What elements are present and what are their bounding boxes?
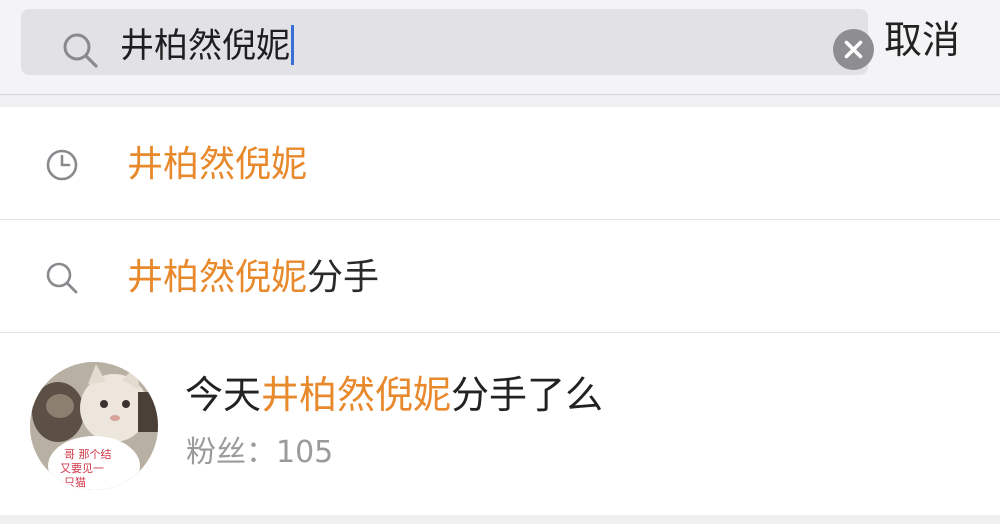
suggestion-list: 井柏然倪妮 井柏然倪妮分手 哥 那个结 又要见一 只猫 今天井柏然倪妮分手了么 … — [0, 107, 1000, 515]
search-screen: 井柏然倪妮 取消 井柏然倪妮 井柏然倪妮分手 哥 那个结 又要见一 只猫 今天井… — [0, 0, 1000, 524]
user-name-highlight: 井柏然倪妮 — [261, 373, 452, 417]
clock-icon — [44, 147, 80, 183]
user-name-suffix: 分手了么 — [451, 373, 604, 417]
search-icon — [44, 260, 80, 296]
clear-button[interactable] — [833, 29, 874, 70]
fans-count: 粉丝：105 — [186, 433, 333, 473]
cancel-button[interactable]: 取消 — [884, 14, 960, 66]
fans-label: 粉丝： — [186, 435, 276, 470]
search-suggestion-item[interactable]: 井柏然倪妮分手 — [0, 220, 1000, 333]
suggestion-rest: 分手 — [307, 257, 380, 298]
close-icon — [844, 40, 863, 59]
suggestion-highlight: 井柏然倪妮 — [127, 144, 308, 185]
svg-text:又要见一: 又要见一 — [60, 462, 104, 475]
user-name: 今天井柏然倪妮分手了么 — [185, 370, 603, 420]
avatar[interactable]: 哥 那个结 又要见一 只猫 — [30, 362, 158, 490]
search-header: 井柏然倪妮 取消 — [0, 0, 1000, 95]
search-suggestion-text: 井柏然倪妮分手 — [127, 254, 379, 302]
search-box[interactable]: 井柏然倪妮 — [21, 9, 874, 75]
user-name-prefix: 今天 — [185, 373, 262, 417]
history-suggestion-text: 井柏然倪妮 — [127, 141, 307, 189]
svg-text:哥 那个结: 哥 那个结 — [64, 448, 112, 461]
search-icon — [61, 31, 101, 71]
search-input[interactable]: 井柏然倪妮 — [120, 23, 294, 69]
suggestion-highlight: 井柏然倪妮 — [127, 257, 308, 298]
search-query-text: 井柏然倪妮 — [120, 26, 290, 66]
history-suggestion-item[interactable]: 井柏然倪妮 — [0, 107, 1000, 220]
fans-value: 105 — [276, 435, 334, 470]
bottom-divider — [0, 515, 1000, 524]
section-gap — [0, 95, 1000, 107]
text-caret — [291, 24, 294, 65]
